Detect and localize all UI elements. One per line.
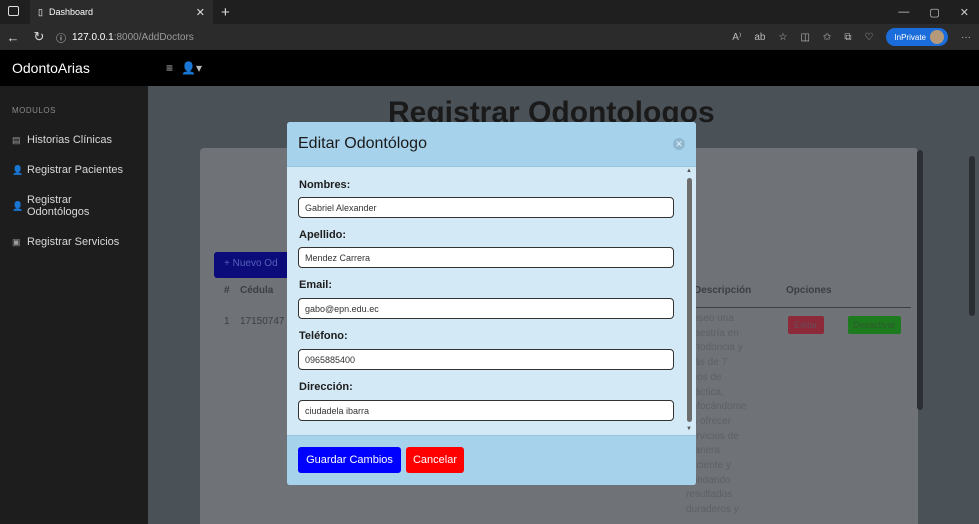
browser-toolbar: A⁾ ab ☆ ◫ ✩ ⧉ ♡ InPrivate ···: [732, 24, 971, 50]
edit-doctor-modal: Editar Odontólogo ✕ Nombres: Apellido: E…: [287, 122, 696, 485]
table-header-descripcion: Descripción: [694, 285, 752, 296]
restore-icon[interactable]: ▢: [929, 6, 939, 19]
close-icon[interactable]: ✕: [673, 138, 685, 150]
nombres-label: Nombres:: [299, 179, 351, 191]
sidebar-item-pacientes[interactable]: 👤 Registrar Pacientes: [0, 155, 148, 185]
sidebar-item-historias[interactable]: ▤ Historias Clínicas: [0, 125, 148, 155]
back-icon[interactable]: ←: [0, 30, 26, 45]
new-doctor-button[interactable]: + Nuevo Od: [214, 252, 294, 278]
table-header-opciones: Opciones: [786, 285, 832, 296]
email-field[interactable]: [298, 298, 674, 319]
apellido-label: Apellido:: [299, 229, 347, 241]
info-icon[interactable]: ⓘ: [56, 30, 66, 45]
sidebar-heading: MODULOS: [12, 106, 56, 115]
browser-tabbar: ▯ Dashboard ✕ + — ▢ ✕: [0, 0, 979, 24]
heart-icon[interactable]: ♡: [864, 32, 873, 43]
tab-actions-icon[interactable]: [8, 6, 19, 16]
brand-logo[interactable]: OdontoArias: [0, 60, 166, 76]
sidebar: MODULOS ▤ Historias Clínicas 👤 Registrar…: [0, 86, 148, 524]
page-icon: ▯: [38, 6, 43, 17]
nombres-field[interactable]: [298, 197, 674, 218]
url-field[interactable]: ⓘ 127.0.0.1:8000/AddDoctors: [56, 30, 194, 45]
scrollbar-thumb[interactable]: [687, 178, 692, 422]
collections-icon[interactable]: ⧉: [844, 32, 851, 43]
close-tab-icon[interactable]: ✕: [196, 6, 205, 19]
translate-icon[interactable]: ab: [754, 32, 765, 43]
window-controls: — ▢ ✕: [898, 0, 979, 24]
email-label: Email:: [299, 279, 333, 291]
favorite-star-icon[interactable]: ☆: [779, 32, 788, 43]
url-path: :8000/AddDoctors: [113, 31, 194, 43]
table-header-cedula: Cédula: [240, 285, 274, 296]
app-topbar: OdontoArias ≡ 👤▾: [0, 50, 979, 86]
scroll-up-icon[interactable]: ▲: [686, 168, 692, 174]
telefono-label: Teléfono:: [299, 330, 348, 342]
browser-tab[interactable]: ▯ Dashboard ✕: [30, 0, 213, 24]
sidebar-item-odontologos[interactable]: 👤 Registrar Odontólogos: [0, 185, 148, 227]
more-icon[interactable]: ···: [961, 32, 971, 43]
scroll-down-icon[interactable]: ▼: [686, 426, 692, 432]
favorites-icon[interactable]: ✩: [823, 32, 831, 43]
edit-button[interactable]: Editar: [788, 316, 824, 334]
modal-title: Editar Odontólogo: [298, 135, 427, 152]
table-header-rule: [686, 307, 911, 308]
card-scrollbar[interactable]: [917, 150, 923, 410]
save-changes-button[interactable]: Guardar Cambios: [298, 447, 401, 473]
split-screen-icon[interactable]: ◫: [800, 32, 809, 43]
close-window-icon[interactable]: ✕: [960, 6, 969, 19]
modal-footer: Guardar Cambios Cancelar: [287, 435, 696, 485]
url-host: 127.0.0.1: [72, 31, 114, 43]
deactivate-button[interactable]: Desactivar: [848, 316, 901, 334]
table-cell-cedula: 17150747: [240, 316, 285, 327]
sidebar-item-servicios[interactable]: ▣ Registrar Servicios: [0, 227, 148, 257]
list-icon: ▤: [12, 134, 21, 145]
calendar-icon: ▣: [12, 236, 21, 247]
inprivate-badge[interactable]: InPrivate: [886, 28, 948, 46]
address-bar: ← ↻ ⓘ 127.0.0.1:8000/AddDoctors A⁾ ab ☆ …: [0, 24, 979, 50]
cancel-button[interactable]: Cancelar: [406, 447, 464, 473]
apellido-field[interactable]: [298, 247, 674, 268]
refresh-icon[interactable]: ↻: [26, 29, 52, 45]
telefono-field[interactable]: [298, 349, 674, 370]
modal-scrollbar[interactable]: ▲ ▼: [686, 168, 693, 432]
add-user-icon: 👤: [12, 164, 24, 175]
hamburger-menu-icon[interactable]: ≡: [166, 61, 173, 75]
user-menu-icon[interactable]: 👤▾: [181, 61, 202, 75]
new-tab-icon[interactable]: +: [221, 4, 230, 21]
table-cell-num: 1: [224, 316, 230, 327]
table-header-num: #: [224, 285, 230, 296]
direccion-field[interactable]: [298, 400, 674, 421]
read-aloud-icon[interactable]: A⁾: [732, 32, 741, 43]
direccion-label: Dirección:: [299, 381, 353, 393]
minimize-icon[interactable]: —: [898, 6, 909, 18]
page-scrollbar[interactable]: [969, 156, 975, 316]
tab-title: Dashboard: [48, 7, 93, 17]
modal-body: Nombres: Apellido: Email: Teléfono: Dire…: [287, 167, 696, 435]
avatar: [930, 30, 944, 44]
add-user-icon: 👤: [12, 200, 24, 211]
modal-header: Editar Odontólogo: [287, 122, 696, 167]
